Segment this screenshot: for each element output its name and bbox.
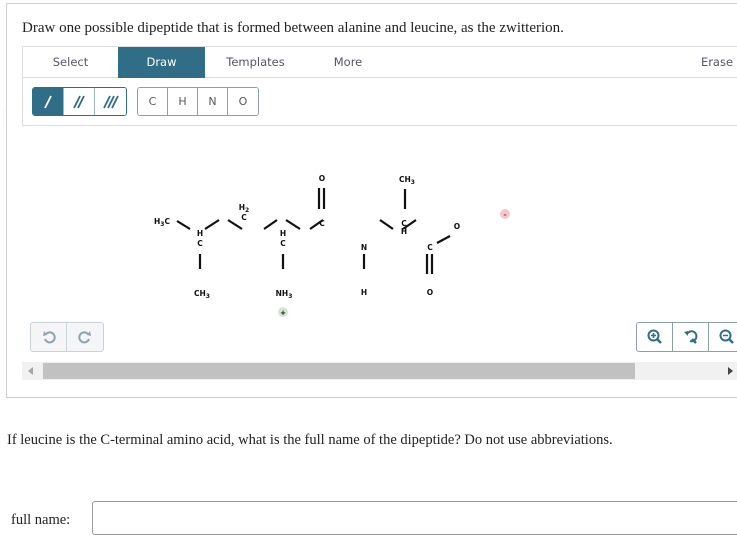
zoom-out-icon xyxy=(719,329,734,344)
double-bond-button[interactable] xyxy=(64,88,95,115)
bond xyxy=(204,219,220,230)
atom-ch3: CH3 xyxy=(194,289,210,300)
single-bond-button[interactable] xyxy=(33,88,64,115)
atom-tool-group: C H N O xyxy=(137,87,259,116)
question-prompt: Draw one possible dipeptide that is form… xyxy=(22,20,564,36)
scroll-left-arrow[interactable] xyxy=(28,367,33,375)
atom-c: C xyxy=(241,213,247,222)
redo-icon xyxy=(78,331,91,344)
reset-zoom-icon xyxy=(683,330,697,344)
atom-o: O xyxy=(427,288,433,297)
zoom-out-button[interactable] xyxy=(709,323,737,351)
drawing-canvas[interactable]: H3C H C CH3 H2 C H C NH3 O C N H CH3 C H… xyxy=(22,126,737,356)
history-controls xyxy=(30,322,104,352)
atom-c: C xyxy=(280,239,286,248)
name-question: If leucine is the C-terminal amino acid,… xyxy=(7,432,613,448)
positive-charge-sign: + xyxy=(280,309,286,317)
single-bond-icon xyxy=(44,95,52,108)
undo-button[interactable] xyxy=(31,323,67,351)
editor-toolbar: Select Draw Templates More Erase xyxy=(22,46,737,78)
triple-bond-icon xyxy=(102,95,119,108)
atom-o: O xyxy=(454,222,460,231)
erase-button[interactable]: Erase xyxy=(695,47,737,78)
tab-draw[interactable]: Draw xyxy=(118,47,205,78)
atom-h: H xyxy=(401,227,407,236)
atom-h: H xyxy=(197,229,203,238)
atom-h: H xyxy=(361,288,367,297)
atom-o-button[interactable]: O xyxy=(228,88,258,115)
zoom-in-icon xyxy=(647,329,662,344)
bond xyxy=(176,220,191,230)
atom-c-button[interactable]: C xyxy=(138,88,168,115)
atom-h3c: H3C xyxy=(154,217,170,228)
tab-more[interactable]: More xyxy=(323,47,373,78)
charge-badges: + - xyxy=(278,209,510,317)
canvas-horizontal-scrollbar[interactable] xyxy=(22,362,737,380)
bond-tool-group xyxy=(32,87,127,116)
bond xyxy=(379,219,394,230)
undo-icon xyxy=(42,331,56,344)
left-edge-cropped-text: ......... xyxy=(0,109,5,128)
atom-o: O xyxy=(319,174,325,183)
atom-c: C xyxy=(319,219,325,228)
atom-n: N xyxy=(361,243,367,252)
atom-c: C xyxy=(427,243,433,252)
bond xyxy=(436,235,451,244)
atom-h: H xyxy=(280,229,286,238)
molecule-structure: H3C H C CH3 H2 C H C NH3 O C N H CH3 C H… xyxy=(154,174,510,317)
reset-zoom-button[interactable] xyxy=(673,323,709,351)
zoom-controls xyxy=(636,322,737,352)
full-name-label: full name: xyxy=(11,512,71,528)
full-name-input[interactable] xyxy=(92,501,737,535)
draw-subtoolbar: C H N O xyxy=(22,78,737,126)
bonds xyxy=(176,188,451,274)
zoom-in-button[interactable] xyxy=(637,323,673,351)
atom-labels: H3C H C CH3 H2 C H C NH3 O C N H CH3 C H… xyxy=(154,174,460,300)
triple-bond-button[interactable] xyxy=(95,88,126,115)
atom-ch3: CH3 xyxy=(399,175,415,186)
atom-c: C xyxy=(197,239,203,248)
atom-h-button[interactable]: H xyxy=(168,88,198,115)
tab-templates[interactable]: Templates xyxy=(218,47,293,78)
tab-select[interactable]: Select xyxy=(23,47,118,78)
bond xyxy=(285,219,301,230)
bond xyxy=(227,219,243,230)
bond xyxy=(263,219,278,230)
scrollbar-thumb[interactable] xyxy=(43,363,635,379)
atom-n-button[interactable]: N xyxy=(198,88,228,115)
double-bond-icon xyxy=(73,95,85,108)
atom-nh3: NH3 xyxy=(276,289,293,300)
scroll-right-arrow[interactable] xyxy=(728,367,733,375)
redo-button[interactable] xyxy=(67,323,103,351)
negative-charge-sign: - xyxy=(503,210,506,219)
